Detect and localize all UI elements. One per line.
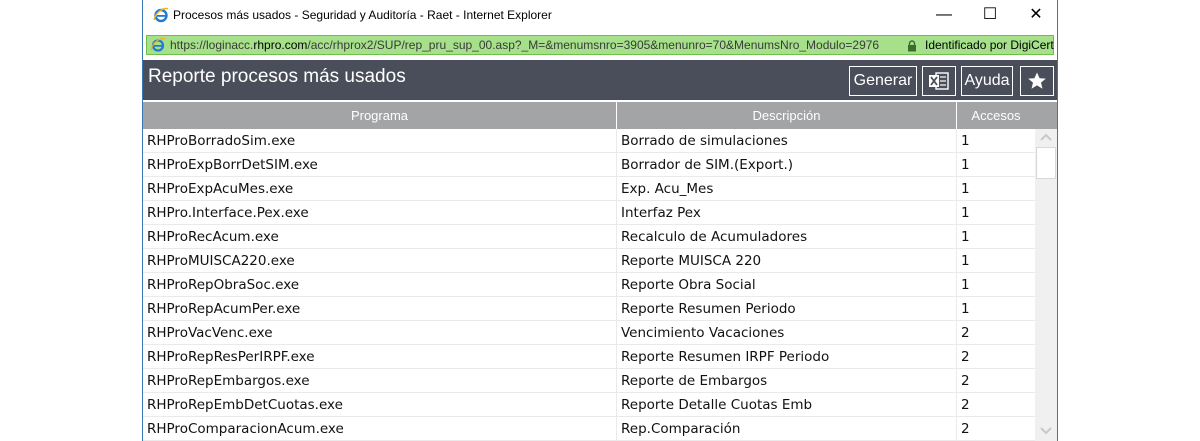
table-body: RHProBorradoSim.exe Borrado de simulacion…	[143, 129, 1035, 441]
table-row[interactable]: RHProMUISCA220.exe Reporte MUISCA 220 1	[143, 249, 1035, 273]
vertical-scrollbar[interactable]	[1035, 129, 1057, 441]
star-icon	[1027, 72, 1047, 95]
cell-programa: RHProRepObraSoc.exe	[143, 273, 617, 297]
cell-descripcion: Reporte MUISCA 220	[617, 249, 957, 273]
cell-programa: RHPro.Interface.Pex.exe	[143, 201, 617, 225]
maximize-button[interactable]: ☐	[967, 0, 1013, 32]
cell-programa: RHProComparacionAcum.exe	[143, 417, 617, 441]
report-header: Reporte procesos más usados Generar Ayud…	[143, 60, 1057, 100]
address-bar[interactable]: https://loginacc.rhpro.com/acc/rhprox2/S…	[146, 35, 1054, 55]
cell-accesos: 1	[961, 277, 970, 293]
lock-icon[interactable]	[907, 39, 917, 52]
table-row[interactable]: RHProRepResPerIRPF.exe Reporte Resumen IR…	[143, 345, 1035, 369]
cell-descripcion: Borrador de SIM.(Export.)	[617, 153, 957, 177]
processes-table: Programa Descripción Accesos RHProBorrad…	[143, 102, 1057, 441]
scrollbar-thumb[interactable]	[1036, 147, 1056, 179]
cell-accesos: 2	[961, 421, 970, 437]
cell-descripcion: Exp. Acu_Mes	[617, 177, 957, 201]
generar-button[interactable]: Generar	[849, 66, 917, 96]
table-row[interactable]: RHProVacVenc.exe Vencimiento Vacaciones 2	[143, 321, 1035, 345]
cell-programa: RHProExpAcuMes.exe	[143, 177, 617, 201]
internet-explorer-icon	[153, 7, 169, 23]
url-domain: rhpro.com	[253, 38, 308, 52]
favorite-button[interactable]	[1020, 66, 1054, 96]
internet-explorer-icon	[150, 37, 166, 53]
cell-descripcion: Interfaz Pex	[617, 201, 957, 225]
table-row[interactable]: RHProExpBorrDetSIM.exe Borrador de SIM.(E…	[143, 153, 1035, 177]
cell-descripcion: Vencimiento Vacaciones	[617, 321, 957, 345]
title-bar: Procesos más usados - Seguridad y Audito…	[143, 0, 1057, 32]
cell-programa: RHProMUISCA220.exe	[143, 249, 617, 273]
page-content: Reporte procesos más usados Generar Ayud…	[143, 60, 1057, 441]
cell-programa: RHProRepEmbargos.exe	[143, 369, 617, 393]
table-row[interactable]: RHProRepObraSoc.exe Reporte Obra Social 1	[143, 273, 1035, 297]
cell-programa: RHProRecAcum.exe	[143, 225, 617, 249]
window-title: Procesos más usados - Seguridad y Audito…	[173, 8, 552, 22]
cell-descripcion: Reporte Detalle Cuotas Emb	[617, 393, 957, 417]
url-path: /acc/rhprox2/SUP/rep_pru_sup_00.asp?_M=&…	[307, 38, 880, 52]
close-button[interactable]: ✕	[1013, 0, 1057, 32]
table-row[interactable]: RHProRecAcum.exe Recalculo de Acumuladore…	[143, 225, 1035, 249]
ayuda-button[interactable]: Ayuda	[961, 66, 1013, 96]
cell-accesos: 1	[961, 229, 970, 245]
table-row[interactable]: RHProBorradoSim.exe Borrado de simulacion…	[143, 129, 1035, 153]
column-header-descripcion[interactable]: Descripción	[617, 102, 957, 129]
cell-accesos: 1	[961, 133, 970, 149]
table-row[interactable]: RHProRepEmbargos.exe Reporte de Embargos 2	[143, 369, 1035, 393]
table-row[interactable]: RHProRepAcumPer.exe Reporte Resumen Perio…	[143, 297, 1035, 321]
cell-programa: RHProRepAcumPer.exe	[143, 297, 617, 321]
cell-descripcion: Borrado de simulaciones	[617, 129, 957, 153]
table-row[interactable]: RHProComparacionAcum.exe Rep.Comparación 2	[143, 417, 1035, 441]
cell-descripcion: Rep.Comparación	[617, 417, 957, 441]
chevron-down-icon[interactable]	[1035, 423, 1057, 441]
cell-programa: RHProRepEmbDetCuotas.exe	[143, 393, 617, 417]
table-header: Programa Descripción Accesos	[143, 102, 1057, 129]
url-text[interactable]: https://loginacc.rhpro.com/acc/rhprox2/S…	[170, 38, 879, 52]
browser-window: Procesos más usados - Seguridad y Audito…	[142, 0, 1058, 441]
column-header-programa[interactable]: Programa	[143, 102, 617, 129]
minimize-button[interactable]: —	[921, 0, 967, 32]
cell-accesos: 1	[961, 157, 970, 173]
table-row[interactable]: RHProExpAcuMes.exe Exp. Acu_Mes 1	[143, 177, 1035, 201]
cell-accesos: 1	[961, 253, 970, 269]
cell-programa: RHProRepResPerIRPF.exe	[143, 345, 617, 369]
table-row[interactable]: RHProRepEmbDetCuotas.exe Reporte Detalle …	[143, 393, 1035, 417]
cell-descripcion: Reporte Resumen Periodo	[617, 297, 957, 321]
cell-programa: RHProVacVenc.exe	[143, 321, 617, 345]
cell-accesos: 2	[961, 373, 970, 389]
page-title: Reporte procesos más usados	[148, 66, 406, 87]
cell-descripcion: Recalculo de Acumuladores	[617, 225, 957, 249]
site-identity[interactable]: Identificado por DigiCert	[925, 38, 1054, 52]
cell-accesos: 1	[961, 181, 970, 197]
excel-export-button[interactable]	[922, 66, 956, 96]
column-header-accesos[interactable]: Accesos	[957, 102, 1035, 129]
cell-descripcion: Reporte Obra Social	[617, 273, 957, 297]
cell-accesos: 1	[961, 205, 970, 221]
cell-accesos: 1	[961, 301, 970, 317]
cell-accesos: 2	[961, 325, 970, 341]
cell-programa: RHProExpBorrDetSIM.exe	[143, 153, 617, 177]
excel-icon	[928, 72, 950, 95]
cell-descripcion: Reporte Resumen IRPF Periodo	[617, 345, 957, 369]
table-row[interactable]: RHPro.Interface.Pex.exe Interfaz Pex 1	[143, 201, 1035, 225]
cell-accesos: 2	[961, 397, 970, 413]
cell-programa: RHProBorradoSim.exe	[143, 129, 617, 153]
cell-accesos: 2	[961, 349, 970, 365]
cell-descripcion: Reporte de Embargos	[617, 369, 957, 393]
url-prefix: https://loginacc.	[170, 38, 254, 52]
chevron-up-icon[interactable]	[1035, 129, 1057, 147]
